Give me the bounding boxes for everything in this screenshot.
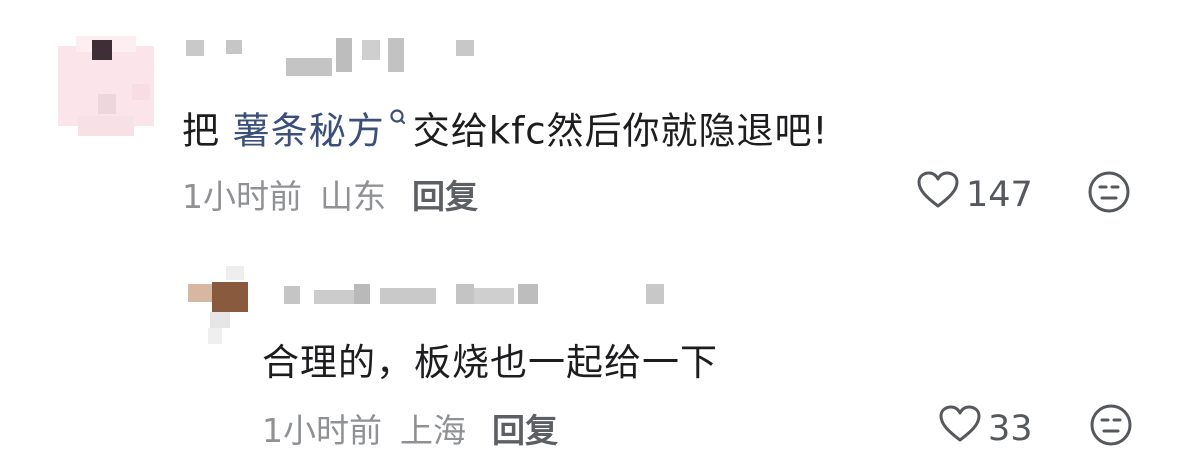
username-blurred[interactable]	[186, 38, 486, 78]
comment-text-prefix: 把	[182, 109, 233, 153]
reply-button[interactable]: 回复	[412, 177, 478, 216]
reply-location: 上海	[400, 411, 466, 450]
heart-outline-icon	[938, 404, 988, 453]
username-blurred[interactable]	[284, 284, 674, 308]
search-icon[interactable]	[389, 96, 407, 139]
avatar[interactable]	[186, 266, 252, 346]
neutral-face-icon[interactable]	[1089, 403, 1133, 451]
like-count: 33	[988, 408, 1033, 449]
comment-text: 把 薯条秘方 交给kfc然后你就隐退吧!	[182, 96, 828, 154]
comment-location: 山东	[320, 177, 386, 216]
comment-time: 1小时前	[182, 177, 302, 216]
reply-time: 1小时前	[262, 411, 382, 450]
keyword-link[interactable]: 薯条秘方	[233, 109, 385, 152]
neutral-face-icon[interactable]	[1087, 170, 1131, 218]
comment-text-suffix: 交给kfc然后你就隐退吧!	[412, 109, 829, 153]
reply-meta: 1小时前 上海 回复	[262, 404, 558, 452]
avatar[interactable]	[58, 36, 154, 136]
reply-text: 合理的，板烧也一起给一下	[262, 341, 718, 384]
like-button[interactable]: 33	[938, 404, 1033, 453]
like-count: 147	[966, 174, 1033, 215]
reply-button[interactable]: 回复	[492, 411, 558, 450]
like-button[interactable]: 147	[916, 170, 1033, 219]
comment-meta: 1小时前 山东 回复	[182, 170, 478, 218]
heart-outline-icon	[916, 170, 966, 219]
